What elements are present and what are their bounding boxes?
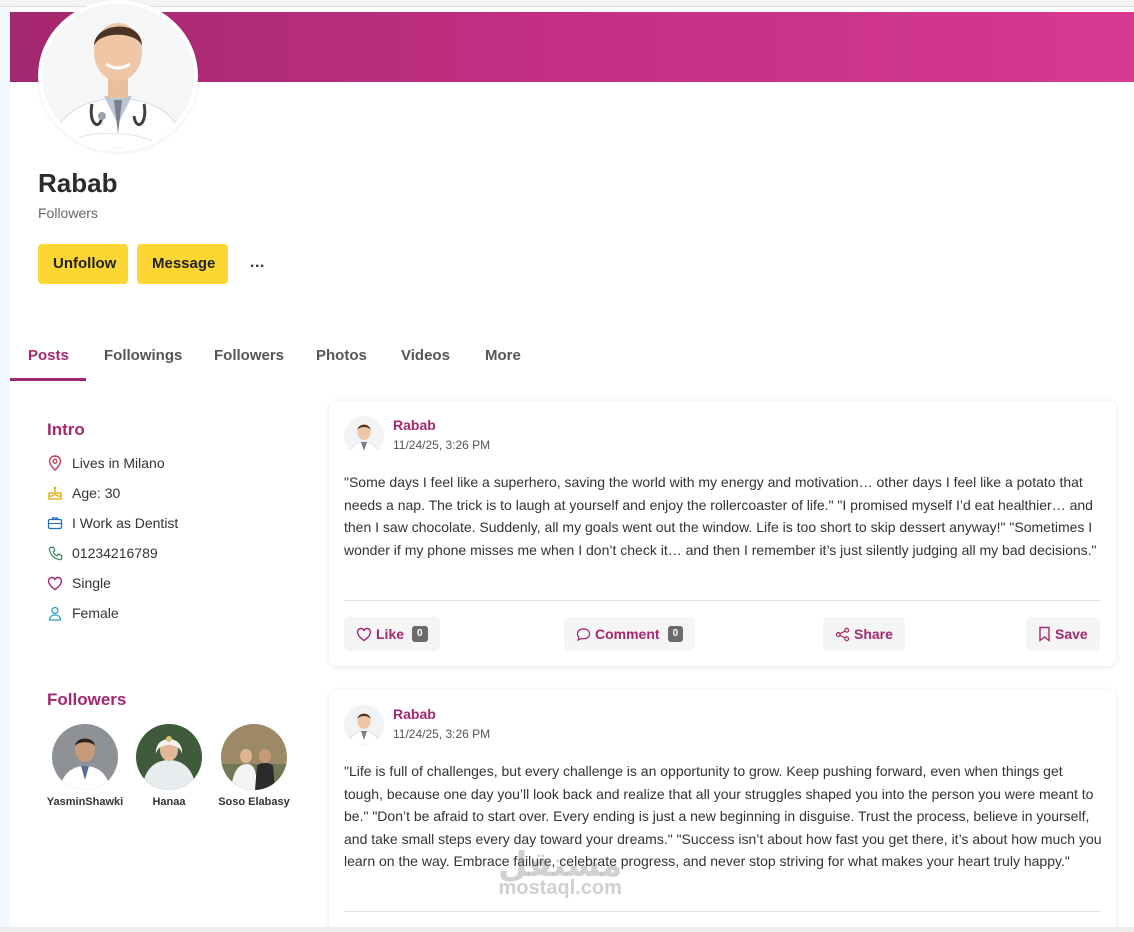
post-card: Rabab 11/24/25, 3:26 PM "Some days I fee… bbox=[329, 401, 1116, 666]
intro-work-text: I Work as Dentist bbox=[72, 515, 179, 531]
follower-item[interactable]: Hanaa bbox=[124, 724, 214, 808]
cake-icon bbox=[47, 485, 63, 501]
browser-top-edge bbox=[0, 0, 1134, 7]
post-header: Rabab 11/24/25, 3:26 PM bbox=[344, 705, 490, 747]
tab-posts[interactable]: Posts bbox=[10, 340, 86, 381]
follower-avatar[interactable] bbox=[221, 724, 287, 790]
comment-icon bbox=[576, 627, 591, 641]
bookmark-icon bbox=[1039, 626, 1050, 642]
follower-name[interactable]: Hanaa bbox=[124, 796, 214, 808]
profile-name: Rabab bbox=[38, 168, 118, 198]
like-count: 0 bbox=[412, 626, 428, 642]
intro-phone: 01234216789 bbox=[47, 542, 158, 564]
watermark-latin: mostaql.com bbox=[498, 877, 622, 899]
post-author-avatar[interactable] bbox=[344, 705, 384, 745]
post-text: "Some days I feel like a superhero, savi… bbox=[344, 474, 1097, 558]
location-pin-icon bbox=[47, 455, 63, 471]
like-button[interactable]: Like 0 bbox=[344, 617, 440, 651]
profile-subtitle: Followers bbox=[38, 205, 98, 221]
intro-age: Age: 30 bbox=[47, 482, 120, 504]
post-date: 11/24/25, 3:26 PM bbox=[393, 727, 491, 741]
mostaql-watermark: مستقل mostaql.com bbox=[498, 848, 622, 898]
follower-item[interactable]: Soso Elabasy bbox=[209, 724, 299, 808]
intro-age-text: Age: 30 bbox=[72, 485, 121, 501]
briefcase-icon bbox=[47, 515, 63, 531]
post-author-name[interactable]: Rabab bbox=[393, 706, 490, 722]
tab-videos[interactable]: Videos bbox=[383, 340, 468, 381]
followers-title: Followers bbox=[47, 690, 127, 709]
follower-name[interactable]: Soso Elabasy bbox=[209, 796, 299, 808]
intro-title: Intro bbox=[47, 420, 85, 439]
save-button[interactable]: Save bbox=[1026, 617, 1100, 651]
intro-location-text: Lives in Milano bbox=[72, 455, 165, 471]
post-divider bbox=[344, 911, 1101, 912]
follower-avatar[interactable] bbox=[136, 724, 202, 790]
follower-avatar[interactable] bbox=[52, 724, 118, 790]
follower-item[interactable]: YasminShawki bbox=[40, 724, 130, 808]
browser-bottom-edge bbox=[0, 927, 1134, 932]
save-label: Save bbox=[1055, 626, 1088, 642]
intro-work: I Work as Dentist bbox=[47, 512, 178, 534]
comment-label: Comment bbox=[595, 626, 660, 642]
tab-photos[interactable]: Photos bbox=[298, 340, 385, 381]
doctor-avatar-illustration bbox=[42, 4, 194, 148]
comment-button[interactable]: Comment 0 bbox=[564, 617, 696, 651]
heart-icon bbox=[356, 627, 372, 641]
heart-icon bbox=[47, 575, 63, 591]
tab-followers[interactable]: Followers bbox=[196, 340, 302, 381]
post-author-avatar[interactable] bbox=[344, 416, 384, 456]
intro-location: Lives in Milano bbox=[47, 452, 165, 474]
more-options-button[interactable]: ... bbox=[250, 254, 265, 272]
follower-name[interactable]: YasminShawki bbox=[40, 796, 130, 808]
post-divider bbox=[344, 600, 1101, 601]
intro-status-text: Single bbox=[72, 575, 111, 591]
unfollow-button[interactable]: Unfollow bbox=[38, 244, 128, 284]
share-label: Share bbox=[854, 626, 893, 642]
post-text: "Life is full of challenges, but every c… bbox=[344, 763, 1102, 869]
post-header: Rabab 11/24/25, 3:26 PM bbox=[344, 416, 490, 458]
intro-gender: Female bbox=[47, 602, 119, 624]
person-icon bbox=[47, 605, 63, 621]
intro-phone-text: 01234216789 bbox=[72, 545, 158, 561]
share-button[interactable]: Share bbox=[823, 617, 905, 651]
post-author-name[interactable]: Rabab bbox=[393, 417, 490, 433]
post-card: Rabab 11/24/25, 3:26 PM "Life is full of… bbox=[329, 690, 1116, 932]
share-icon bbox=[835, 627, 850, 641]
intro-gender-text: Female bbox=[72, 605, 119, 621]
phone-icon bbox=[47, 545, 63, 561]
comment-count: 0 bbox=[667, 626, 684, 642]
tab-followings[interactable]: Followings bbox=[86, 340, 200, 381]
message-button[interactable]: Message bbox=[137, 244, 228, 284]
tab-more[interactable]: More bbox=[467, 340, 539, 381]
like-label: Like bbox=[376, 626, 405, 642]
intro-status: Single bbox=[47, 572, 111, 594]
profile-tabs: Posts Followings Followers Photos Videos… bbox=[10, 340, 570, 381]
profile-avatar[interactable] bbox=[38, 0, 198, 152]
post-date: 11/24/25, 3:26 PM bbox=[393, 438, 491, 452]
left-gutter bbox=[0, 7, 10, 932]
